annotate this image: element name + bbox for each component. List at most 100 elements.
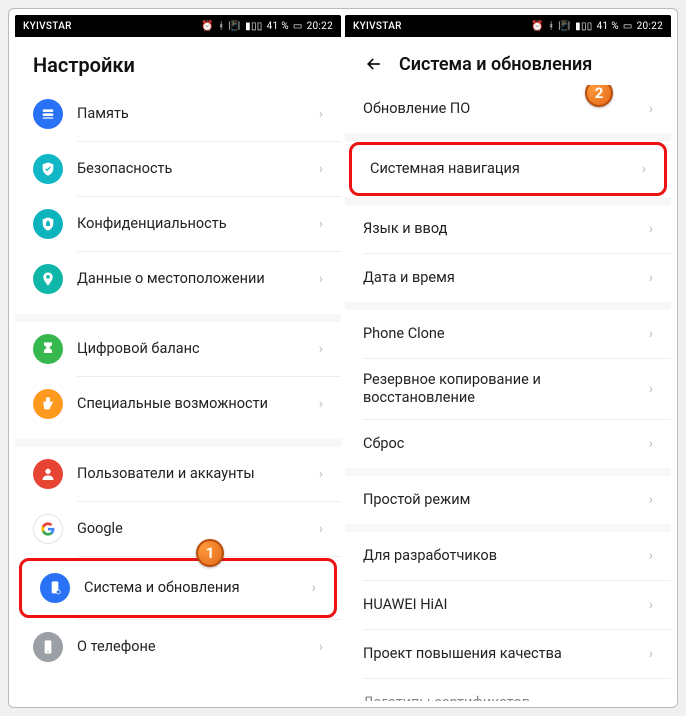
row-label: Phone Clone (363, 325, 643, 343)
user-icon (33, 459, 63, 489)
battery-text: 41 % (597, 21, 619, 32)
back-button[interactable] (363, 53, 385, 75)
row-label: Цифровой баланс (77, 340, 313, 358)
row-label: Проект повышения качества (363, 645, 643, 663)
row-label: Дата и время (363, 269, 643, 287)
chevron-right-icon: › (319, 466, 323, 482)
page-title: Система и обновления (399, 54, 592, 75)
row-digital-balance[interactable]: Цифровой баланс › (15, 322, 341, 376)
row-date-time[interactable]: Дата и время › (345, 254, 671, 302)
memory-icon (33, 99, 63, 129)
signal-icon: ▮▯▯ (575, 21, 592, 32)
row-label: Для разработчиков (363, 547, 643, 565)
row-google[interactable]: Google › (15, 502, 341, 556)
status-bar: KYIVSTAR ⏰ ᚼ 📳 ▮▯▯ 41 % ▭ 20:22 (345, 15, 671, 37)
row-location[interactable]: Данные о местоположении › (15, 252, 341, 306)
page-header: Настройки (15, 37, 341, 87)
chevron-right-icon: › (312, 580, 316, 596)
vibrate-icon: 📳 (228, 21, 241, 32)
chevron-right-icon: › (649, 101, 653, 117)
row-label: Безопасность (77, 160, 313, 178)
vibrate-icon: 📳 (558, 21, 571, 32)
phone-gear-icon (40, 573, 70, 603)
highlight-system: 1 Система и обновления › (19, 558, 337, 618)
battery-icon: ▭ (623, 21, 633, 32)
row-label: Данные о местоположении (77, 270, 313, 288)
row-memory[interactable]: Память › (15, 87, 341, 141)
row-huawei-hiai[interactable]: HUAWEI HiAI › (345, 581, 671, 629)
chevron-right-icon: › (649, 436, 653, 452)
system-updates-screen: KYIVSTAR ⏰ ᚼ 📳 ▮▯▯ 41 % ▭ 20:22 Система … (345, 15, 671, 701)
shield-check-icon (33, 154, 63, 184)
chevron-right-icon: › (642, 161, 646, 177)
row-accessibility[interactable]: Специальные возможности › (15, 377, 341, 431)
hand-icon (33, 389, 63, 419)
chevron-right-icon: › (649, 597, 653, 613)
chevron-right-icon: › (649, 221, 653, 237)
row-system-navigation[interactable]: Системная навигация › (352, 145, 664, 193)
row-system-updates[interactable]: Система и обновления › (22, 561, 334, 615)
phone-info-icon (33, 632, 63, 662)
chevron-right-icon: › (649, 326, 653, 342)
chevron-right-icon: › (319, 396, 323, 412)
chevron-right-icon: › (319, 161, 323, 177)
row-label: Система и обновления (84, 579, 306, 597)
chevron-right-icon: › (649, 695, 653, 701)
clock: 20:22 (307, 21, 333, 32)
chevron-right-icon: › (319, 341, 323, 357)
row-quality-project[interactable]: Проект повышения качества › (345, 630, 671, 678)
chevron-right-icon: › (649, 492, 653, 508)
page-header: Система и обновления (345, 37, 671, 85)
row-phone-clone[interactable]: Phone Clone › (345, 310, 671, 358)
row-label: Google (77, 520, 313, 538)
row-language-input[interactable]: Язык и ввод › (345, 205, 671, 253)
battery-text: 41 % (267, 21, 289, 32)
bluetooth-icon: ᚼ (218, 21, 224, 32)
location-pin-icon (33, 264, 63, 294)
row-cert-logos[interactable]: Логотипы сертификатов › (345, 679, 671, 701)
alarm-icon: ⏰ (201, 21, 214, 32)
bluetooth-icon: ᚼ (548, 21, 554, 32)
shield-lock-icon (33, 209, 63, 239)
clock: 20:22 (637, 21, 663, 32)
row-label: Специальные возможности (77, 395, 313, 413)
page-title: Настройки (33, 53, 135, 77)
chevron-right-icon: › (319, 639, 323, 655)
row-backup-restore[interactable]: Резервное копирование и восстановление › (345, 359, 671, 419)
row-developer-options[interactable]: Для разработчиков › (345, 532, 671, 580)
row-label: Системная навигация (370, 160, 636, 178)
carrier-label: KYIVSTAR (23, 21, 72, 32)
chevron-right-icon: › (649, 270, 653, 286)
row-security[interactable]: Безопасность › (15, 142, 341, 196)
chevron-right-icon: › (319, 521, 323, 537)
settings-screen: KYIVSTAR ⏰ ᚼ 📳 ▮▯▯ 41 % ▭ 20:22 Настройк… (15, 15, 341, 701)
row-simple-mode[interactable]: Простой режим › (345, 476, 671, 524)
chevron-right-icon: › (319, 106, 323, 122)
chevron-right-icon: › (319, 271, 323, 287)
row-label: Конфиденциальность (77, 215, 313, 233)
row-label: Пользователи и аккаунты (77, 465, 313, 483)
alarm-icon: ⏰ (531, 21, 544, 32)
highlight-nav: Системная навигация › (349, 142, 667, 196)
status-bar: KYIVSTAR ⏰ ᚼ 📳 ▮▯▯ 41 % ▭ 20:22 (15, 15, 341, 37)
signal-icon: ▮▯▯ (245, 21, 262, 32)
chevron-right-icon: › (319, 216, 323, 232)
row-about-phone[interactable]: О телефоне › (15, 620, 341, 674)
row-users[interactable]: Пользователи и аккаунты › (15, 447, 341, 501)
row-label: Язык и ввод (363, 220, 643, 238)
hourglass-icon (33, 334, 63, 364)
row-label: Резервное копирование и восстановление (363, 371, 643, 407)
row-label: О телефоне (77, 638, 313, 656)
row-label: Память (77, 105, 313, 123)
row-reset[interactable]: Сброс › (345, 420, 671, 468)
carrier-label: KYIVSTAR (353, 21, 402, 32)
chevron-right-icon: › (649, 548, 653, 564)
chevron-right-icon: › (649, 381, 653, 397)
row-software-update[interactable]: Обновление ПО › 2 (345, 85, 671, 133)
row-privacy[interactable]: Конфиденциальность › (15, 197, 341, 251)
battery-icon: ▭ (293, 21, 303, 32)
row-label: Сброс (363, 435, 643, 453)
row-label: HUAWEI HiAI (363, 596, 643, 614)
row-label: Простой режим (363, 491, 643, 509)
chevron-right-icon: › (649, 646, 653, 662)
